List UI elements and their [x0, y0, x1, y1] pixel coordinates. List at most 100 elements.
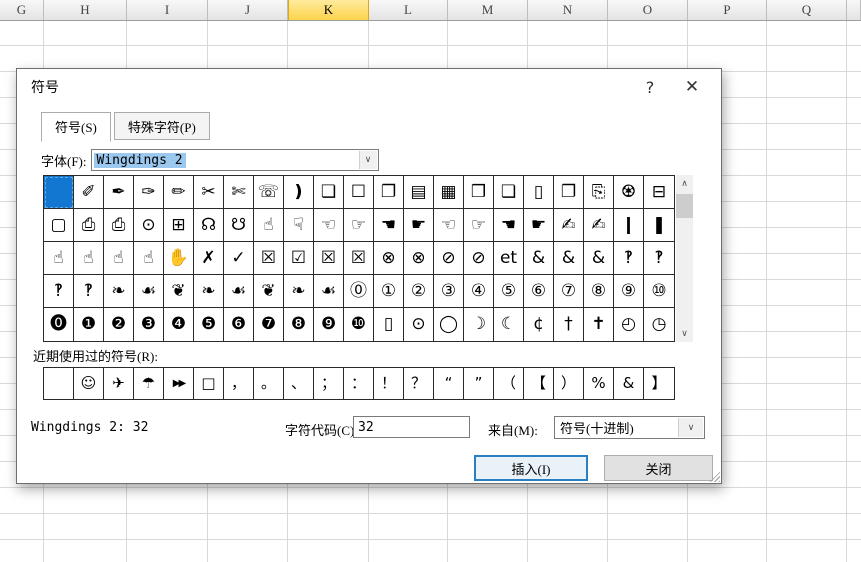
- symbol-cell[interactable]: ⊘: [434, 242, 464, 275]
- symbol-cell[interactable]: ☞: [344, 209, 374, 242]
- dialog-titlebar[interactable]: 符号 ? ✕: [17, 69, 721, 105]
- symbol-cell[interactable]: ☚: [494, 209, 524, 242]
- recent-symbol-cell[interactable]: 】: [644, 368, 674, 399]
- recent-symbol-cell[interactable]: ）: [554, 368, 584, 399]
- symbol-cell[interactable]: ▯: [524, 176, 554, 209]
- symbol-cell[interactable]: ◷: [644, 308, 674, 341]
- symbol-cell[interactable]: ❺: [194, 308, 224, 341]
- symbol-cell[interactable]: ❙: [614, 209, 644, 242]
- symbol-grid-scrollbar[interactable]: ∧ ∨: [676, 175, 693, 342]
- symbol-cell[interactable]: ✋: [164, 242, 194, 275]
- symbol-cell[interactable]: ☝: [134, 242, 164, 275]
- symbol-cell[interactable]: ☝: [44, 242, 74, 275]
- symbol-cell[interactable]: ⎘: [584, 176, 614, 209]
- symbol-cell[interactable]: ⑧: [584, 275, 614, 308]
- symbol-cell[interactable]: ❾: [314, 308, 344, 341]
- symbol-cell[interactable]: ⑤: [494, 275, 524, 308]
- symbol-cell[interactable]: ✒: [104, 176, 134, 209]
- symbol-cell[interactable]: ⓿: [44, 308, 74, 341]
- symbol-cell[interactable]: ❐: [554, 176, 584, 209]
- recent-symbol-cell[interactable]: ！: [374, 368, 404, 399]
- symbol-cell[interactable]: ✍: [584, 209, 614, 242]
- recent-symbol-cell[interactable]: ；: [314, 368, 344, 399]
- recent-symbol-cell[interactable]: ”: [464, 368, 494, 399]
- symbol-cell[interactable]: ❶: [74, 308, 104, 341]
- recent-symbol-cell[interactable]: [44, 368, 74, 399]
- symbol-cell[interactable]: ‽: [44, 275, 74, 308]
- symbol-cell[interactable]: ☒: [344, 242, 374, 275]
- symbol-cell[interactable]: ✓: [224, 242, 254, 275]
- recent-symbol-cell[interactable]: ：: [344, 368, 374, 399]
- symbol-cell[interactable]: ✗: [194, 242, 224, 275]
- column-header-N[interactable]: N: [528, 0, 608, 20]
- symbol-cell[interactable]: ◴: [614, 308, 644, 341]
- symbol-cell[interactable]: ☋: [224, 209, 254, 242]
- recent-symbol-cell[interactable]: 、: [284, 368, 314, 399]
- column-header-I[interactable]: I: [127, 0, 208, 20]
- symbol-cell[interactable]: ①: [374, 275, 404, 308]
- chevron-down-icon[interactable]: ∨: [359, 151, 377, 169]
- symbol-cell[interactable]: ☊: [194, 209, 224, 242]
- symbol-cell[interactable]: ▢: [44, 209, 74, 242]
- symbol-cell[interactable]: ♼: [614, 176, 644, 209]
- recent-symbol-cell[interactable]: ✈: [104, 368, 134, 399]
- column-header-O[interactable]: O: [608, 0, 688, 20]
- recent-symbol-cell[interactable]: &: [614, 368, 644, 399]
- symbol-cell[interactable]: ✍: [554, 209, 584, 242]
- symbol-cell[interactable]: &: [554, 242, 584, 275]
- symbol-cell[interactable]: ⊘: [464, 242, 494, 275]
- symbol-cell[interactable]: ☏: [254, 176, 284, 209]
- symbol-cell[interactable]: ‽: [74, 275, 104, 308]
- symbol-cell[interactable]: †: [554, 308, 584, 341]
- tab-symbols[interactable]: 符号(S): [41, 112, 111, 142]
- symbol-cell[interactable]: ✄: [224, 176, 254, 209]
- symbol-cell[interactable]: ‽: [644, 242, 674, 275]
- column-header-partial[interactable]: [847, 0, 861, 20]
- symbol-cell[interactable]: ☝: [254, 209, 284, 242]
- symbol-cell[interactable]: ☽: [464, 308, 494, 341]
- symbol-cell[interactable]: ◯: [434, 308, 464, 341]
- symbol-cell[interactable]: ⓪: [344, 275, 374, 308]
- symbol-cell[interactable]: ✑: [134, 176, 164, 209]
- symbol-cell[interactable]: ❦: [254, 275, 284, 308]
- symbol-cell[interactable]: ☛: [524, 209, 554, 242]
- recent-symbol-cell[interactable]: %: [584, 368, 614, 399]
- symbol-cell[interactable]: &: [524, 242, 554, 275]
- symbol-cell[interactable]: ❿: [344, 308, 374, 341]
- symbol-cell[interactable]: ⊗: [404, 242, 434, 275]
- symbol-cell[interactable]: ✐: [74, 176, 104, 209]
- symbol-cell[interactable]: ❧: [104, 275, 134, 308]
- symbol-cell[interactable]: ❒: [464, 176, 494, 209]
- symbol-cell[interactable]: ❏: [494, 176, 524, 209]
- column-header-P[interactable]: P: [688, 0, 767, 20]
- scrollbar-thumb[interactable]: [676, 194, 693, 218]
- char-code-input[interactable]: [353, 416, 470, 438]
- symbol-cell[interactable]: ☒: [314, 242, 344, 275]
- symbol-cell[interactable]: ❽: [284, 308, 314, 341]
- symbol-cell[interactable]: ✂: [194, 176, 224, 209]
- column-header-H[interactable]: H: [44, 0, 127, 20]
- symbol-cell[interactable]: ⎙: [104, 209, 134, 242]
- symbol-cell[interactable]: ⊞: [164, 209, 194, 242]
- scroll-down-icon[interactable]: ∨: [676, 325, 693, 342]
- symbol-cell[interactable]: ❷: [104, 308, 134, 341]
- close-button[interactable]: 关闭: [604, 455, 713, 481]
- symbol-cell[interactable]: ☝: [74, 242, 104, 275]
- symbol-cell[interactable]: ☒: [254, 242, 284, 275]
- recent-symbol-cell[interactable]: ，: [224, 368, 254, 399]
- symbol-cell[interactable]: ☚: [374, 209, 404, 242]
- column-header-K[interactable]: K: [288, 0, 369, 20]
- symbol-cell[interactable]: ☙: [314, 275, 344, 308]
- font-combobox[interactable]: Wingdings 2 ∨: [91, 149, 379, 171]
- symbol-cell[interactable]: ‽: [614, 242, 644, 275]
- symbol-cell[interactable]: ⑨: [614, 275, 644, 308]
- recent-symbol-cell[interactable]: 。: [254, 368, 284, 399]
- symbol-cell[interactable]: ④: [464, 275, 494, 308]
- column-header-J[interactable]: J: [208, 0, 288, 20]
- symbol-cell[interactable]: &: [584, 242, 614, 275]
- symbol-cell[interactable]: ¢: [524, 308, 554, 341]
- symbol-cell[interactable]: ⑥: [524, 275, 554, 308]
- symbol-cell[interactable]: ☾: [494, 308, 524, 341]
- symbol-cell[interactable]: ⑦: [554, 275, 584, 308]
- symbol-cell[interactable]: ☝: [104, 242, 134, 275]
